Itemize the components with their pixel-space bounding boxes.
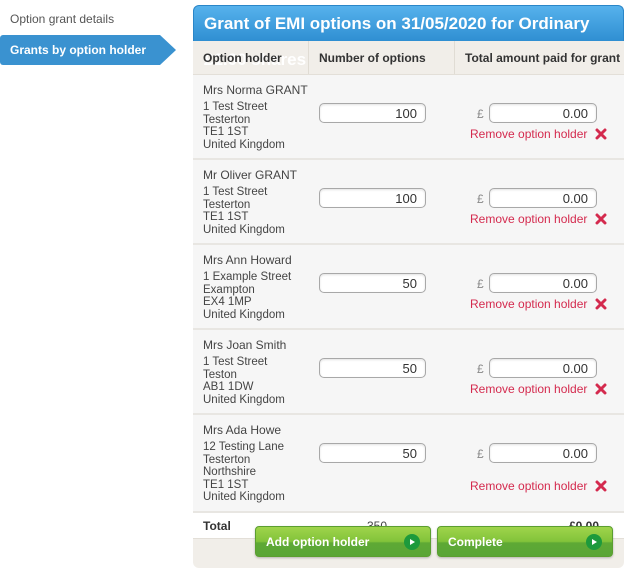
address-line: TE1 1ST	[203, 478, 249, 491]
address-line: EX4 1MP	[203, 296, 252, 308]
remove-option-holder-link[interactable]: Remove option holder	[470, 479, 607, 493]
address-line: Northshire	[203, 466, 257, 478]
holder-list: Mrs Norma GRANT 1 Test Street Testerton TE…	[193, 75, 624, 513]
holder-name: Mrs Norma GRANT	[203, 83, 308, 97]
number-of-options-input[interactable]	[319, 273, 426, 293]
button-bar: Add option holder Complete	[255, 526, 613, 557]
currency-symbol: £	[477, 192, 484, 206]
holder-details: 12 Testing Lane Testerton Northshire TE1 1S…	[203, 441, 614, 511]
number-of-options-input[interactable]	[319, 443, 426, 463]
sidebar-item-option-grant-details[interactable]: Option grant details	[0, 4, 170, 34]
close-icon	[595, 128, 607, 140]
amount-paid-input[interactable]	[489, 358, 597, 378]
sidebar-item-grants-by-option-holder[interactable]: Grants by option holder	[0, 35, 176, 65]
holder-row: Mr Oliver GRANT 1 Test Street Testerton TE…	[193, 160, 624, 245]
address-line: Testerton	[203, 198, 251, 211]
address-line: 1 Example Street	[203, 271, 292, 283]
currency-symbol: £	[477, 277, 484, 291]
address-line: 1 Test Street	[203, 356, 268, 368]
address-line: 1 Test Street	[203, 186, 268, 198]
close-icon	[595, 480, 607, 492]
holder-details: 1 Example Street Exampton EX4 1MP United Ki…	[203, 271, 614, 328]
holder-row: Mrs Ann Howard 1 Example Street Exampton E…	[193, 245, 624, 330]
complete-label: Complete	[448, 534, 503, 549]
remove-option-holder-label: Remove option holder	[470, 382, 588, 396]
number-of-options-input[interactable]	[319, 358, 426, 378]
remove-option-holder-link[interactable]: Remove option holder	[470, 127, 607, 141]
amount-paid-input[interactable]	[489, 188, 597, 208]
holder-details: 1 Test Street Testerton TE1 1ST United King…	[203, 186, 614, 243]
remove-option-holder-label: Remove option holder	[470, 297, 588, 311]
holder-row: Mrs Ada Howe 12 Testing Lane Testerton Nor…	[193, 415, 624, 513]
panel-title: Grant of EMI options on 31/05/2020 for O…	[193, 5, 624, 69]
arrow-right-icon	[404, 533, 420, 550]
holder-name: Mrs Ann Howard	[203, 253, 292, 267]
remove-option-holder-label: Remove option holder	[470, 212, 588, 226]
address-line: TE1 1ST	[203, 126, 249, 138]
holder-address: 1 Test Street Teston AB1 1DW United Kingdom	[203, 356, 319, 413]
holder-address: 12 Testing Lane Testerton Northshire TE1 1S…	[203, 441, 319, 511]
address-line: 1 Test Street	[203, 101, 268, 113]
holder-row: Mrs Joan Smith 1 Test Street Teston AB1 1D…	[193, 330, 624, 415]
address-line: TE1 1ST	[203, 211, 249, 223]
address-line: Teston	[203, 368, 237, 381]
holder-address: 1 Example Street Exampton EX4 1MP United Ki…	[203, 271, 319, 328]
column-header-number-of-options: Number of options	[309, 41, 455, 74]
table-header: Option holder Number of options Total am…	[193, 41, 624, 75]
remove-option-holder-link[interactable]: Remove option holder	[470, 297, 607, 311]
holder-address: 1 Test Street Testerton TE1 1ST United King…	[203, 186, 319, 243]
holder-row: Mrs Norma GRANT 1 Test Street Testerton TE…	[193, 75, 624, 160]
address-line: United Kingdom	[203, 308, 285, 321]
currency-symbol: £	[477, 362, 484, 376]
sidebar: Option grant details Grants by option ho…	[0, 0, 180, 574]
remove-option-holder-label: Remove option holder	[470, 127, 588, 141]
currency-symbol: £	[477, 447, 484, 461]
column-header-option-holder: Option holder	[193, 41, 309, 74]
address-line: Testerton	[203, 113, 251, 126]
holder-address: 1 Test Street Testerton TE1 1ST United King…	[203, 101, 319, 158]
holder-name: Mrs Joan Smith	[203, 338, 287, 352]
address-line: Testerton	[203, 453, 251, 466]
address-line: United Kingdom	[203, 223, 285, 236]
address-line: AB1 1DW	[203, 381, 254, 393]
grant-panel: Grant of EMI options on 31/05/2020 for O…	[193, 5, 624, 568]
holder-name: Mr Oliver GRANT	[203, 168, 297, 182]
holder-details: 1 Test Street Testerton TE1 1ST United King…	[203, 101, 614, 158]
amount-paid-input[interactable]	[489, 443, 597, 463]
number-of-options-input[interactable]	[319, 103, 426, 123]
address-line: United Kingdom	[203, 393, 285, 406]
close-icon	[595, 383, 607, 395]
address-line: Exampton	[203, 283, 255, 296]
add-option-holder-label: Add option holder	[266, 534, 370, 549]
amount-paid-input[interactable]	[489, 273, 597, 293]
close-icon	[595, 213, 607, 225]
number-of-options-input[interactable]	[319, 188, 426, 208]
complete-button[interactable]: Complete	[437, 526, 613, 557]
holder-name: Mrs Ada Howe	[203, 423, 282, 437]
close-icon	[595, 298, 607, 310]
address-line: United Kingdom	[203, 491, 285, 503]
column-header-total-amount: Total amount paid for grant	[465, 51, 621, 65]
holder-details: 1 Test Street Teston AB1 1DW United Kingdom…	[203, 356, 614, 413]
amount-paid-input[interactable]	[489, 103, 597, 123]
add-option-holder-button[interactable]: Add option holder	[255, 526, 431, 557]
remove-option-holder-link[interactable]: Remove option holder	[470, 212, 607, 226]
currency-symbol: £	[477, 107, 484, 121]
address-line: United Kingdom	[203, 138, 285, 151]
arrow-right-icon	[586, 533, 602, 550]
remove-option-holder-link[interactable]: Remove option holder	[470, 382, 607, 396]
address-line: 12 Testing Lane	[203, 441, 284, 453]
remove-option-holder-label: Remove option holder	[470, 479, 588, 493]
